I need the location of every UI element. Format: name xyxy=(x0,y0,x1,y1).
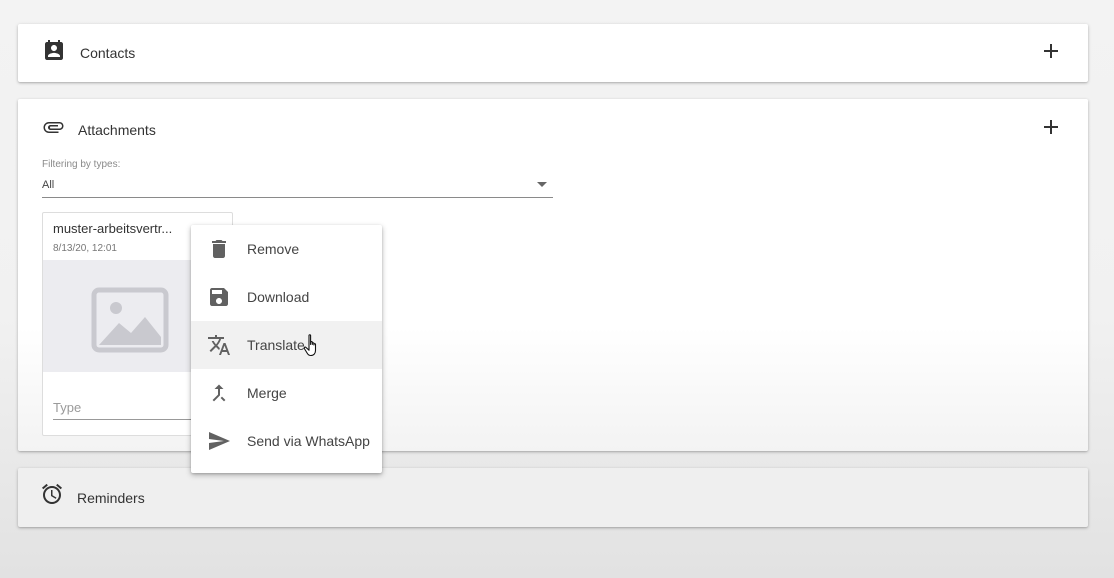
reminders-title: Reminders xyxy=(77,490,145,506)
alarm-clock-icon xyxy=(40,482,64,506)
type-placeholder: Type xyxy=(53,400,82,415)
contacts-icon xyxy=(42,39,66,63)
attachment-name: muster-arbeitsvertr... xyxy=(53,221,173,236)
filter-label: Filtering by types: xyxy=(42,159,121,170)
menu-item-remove[interactable]: Remove xyxy=(191,225,382,273)
contacts-panel: Contacts xyxy=(18,24,1088,82)
chevron-down-icon xyxy=(537,182,547,187)
menu-item-translate[interactable]: Translate xyxy=(191,321,382,369)
hand-cursor-icon xyxy=(303,334,317,357)
menu-item-merge[interactable]: Merge xyxy=(191,369,382,417)
reminders-header[interactable]: Reminders xyxy=(18,468,1088,526)
merge-icon xyxy=(212,384,226,402)
reminders-panel: Reminders xyxy=(18,468,1088,527)
trash-icon xyxy=(212,240,226,258)
translate-icon xyxy=(208,335,230,355)
menu-label-merge: Merge xyxy=(247,385,287,401)
contacts-title: Contacts xyxy=(80,45,136,61)
filter-type-select[interactable]: All xyxy=(42,175,553,198)
filter-value: All xyxy=(42,179,55,191)
paperclip-icon xyxy=(41,115,65,139)
menu-label-remove: Remove xyxy=(247,241,300,257)
menu-label-translate: Translate xyxy=(247,337,305,353)
send-icon xyxy=(209,432,230,450)
menu-label-download: Download xyxy=(247,289,310,305)
contacts-header[interactable]: Contacts xyxy=(18,24,1088,82)
add-attachment-button[interactable] xyxy=(1037,113,1065,141)
attachments-panel: Attachments Filtering by types: All must… xyxy=(18,99,1088,451)
image-placeholder-icon xyxy=(91,287,169,353)
plus-icon xyxy=(1044,44,1058,58)
attachments-header[interactable]: Attachments xyxy=(18,99,1088,157)
attachments-title: Attachments xyxy=(78,122,156,138)
add-contact-button[interactable] xyxy=(1037,37,1065,65)
menu-item-download[interactable]: Download xyxy=(191,273,382,321)
attachment-date: 8/13/20, 12:01 xyxy=(53,243,117,254)
plus-icon xyxy=(1044,120,1058,134)
menu-item-send-whatsapp[interactable]: Send via WhatsApp xyxy=(191,417,382,465)
menu-label-send-whatsapp: Send via WhatsApp xyxy=(247,433,370,449)
save-icon xyxy=(210,288,228,306)
attachment-context-menu: Remove Download Translate Merge Send via… xyxy=(191,225,382,473)
